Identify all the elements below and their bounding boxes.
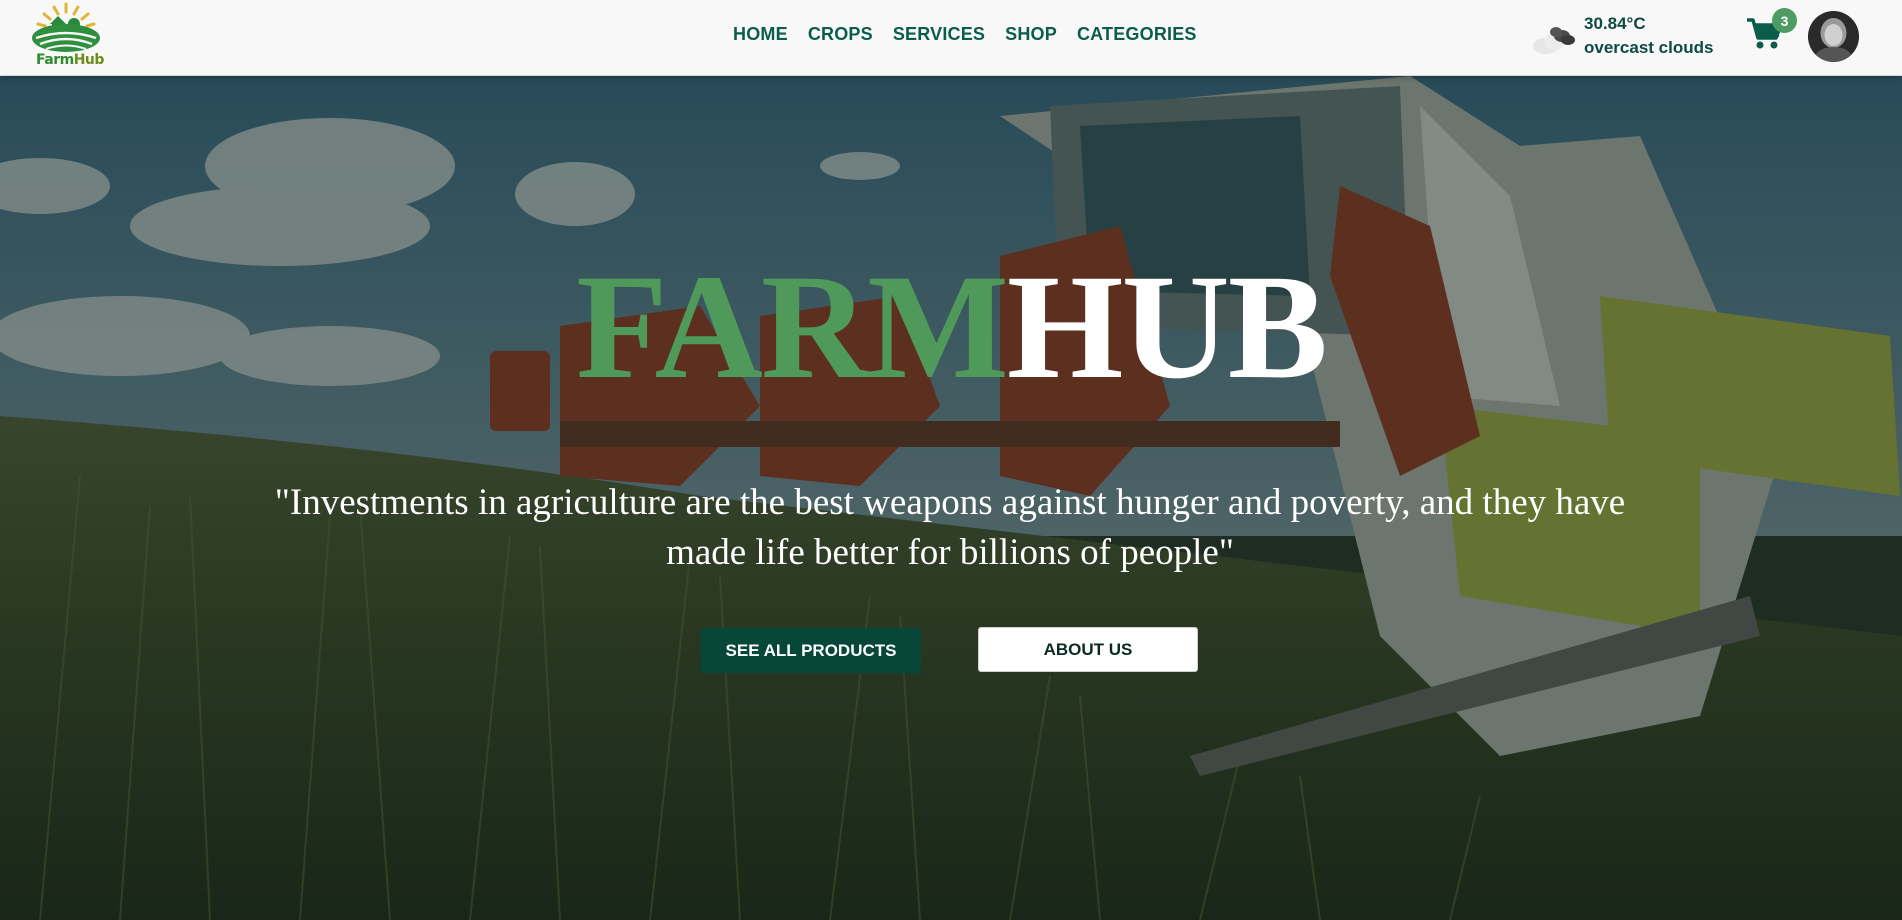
nav-home[interactable]: HOME [733, 24, 788, 45]
farmhub-logo[interactable]: FarmHub [28, 2, 104, 72]
hero-section: FARMHUB "Investments in agriculture are … [0, 76, 1902, 920]
logo-text-hub: Hub [73, 52, 105, 68]
hero-title: FARMHUB [0, 252, 1902, 402]
hero-title-farm: FARM [576, 244, 1009, 410]
logo-wordmark: FarmHub [36, 52, 104, 68]
hero-title-hub: HUB [1006, 244, 1328, 410]
weather-temperature: 30.84°C [1584, 14, 1646, 33]
top-navbar: FarmHub HOME CROPS SERVICES SHOP CATEGOR… [0, 0, 1902, 76]
cart-button[interactable]: 3 [1745, 8, 1797, 56]
weather-description: overcast clouds [1584, 38, 1714, 57]
user-avatar[interactable] [1808, 11, 1859, 62]
logo-text-farm: Farm [36, 52, 74, 68]
nav-shop[interactable]: SHOP [1005, 24, 1057, 45]
nav-crops[interactable]: CROPS [808, 24, 873, 45]
avatar-image [1808, 11, 1859, 62]
nav-services[interactable]: SERVICES [893, 24, 985, 45]
nav-categories[interactable]: CATEGORIES [1077, 24, 1197, 45]
hero-quote: "Investments in agriculture are the best… [274, 482, 1626, 573]
logo-icon [32, 2, 100, 52]
main-nav: HOME CROPS SERVICES SHOP CATEGORIES [733, 24, 1197, 45]
cart-count-badge: 3 [1772, 8, 1797, 33]
see-all-products-button[interactable]: SEE ALL PRODUCTS [701, 628, 921, 673]
cloud-icon [1533, 27, 1575, 54]
about-us-button[interactable]: ABOUT US [978, 627, 1198, 672]
weather-widget: 30.84°C overcast clouds [1532, 12, 1722, 62]
